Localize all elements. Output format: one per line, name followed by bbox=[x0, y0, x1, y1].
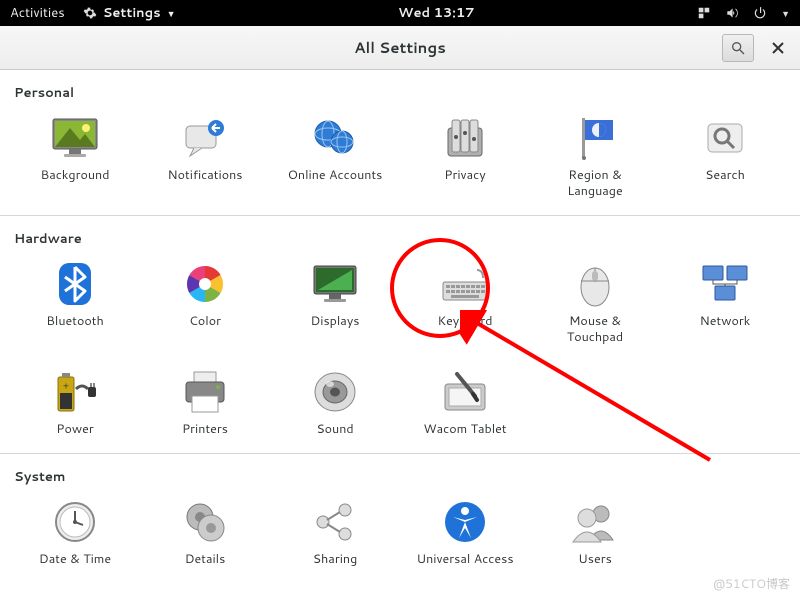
search-icon bbox=[730, 40, 746, 56]
item-label: Online Accounts bbox=[288, 168, 383, 184]
section-hardware-label: Hardware bbox=[12, 216, 788, 252]
item-label: Universal Access bbox=[416, 552, 513, 568]
section-personal-grid: Background Notifications Online Accounts… bbox=[12, 106, 788, 215]
bluetooth-icon bbox=[51, 260, 99, 308]
item-universal-access[interactable]: Universal Access bbox=[402, 494, 528, 572]
header-bar: All Settings bbox=[0, 26, 800, 70]
sound-icon bbox=[311, 368, 359, 416]
section-system-grid: Date & Time Details Sharing Universal Ac… bbox=[12, 490, 788, 584]
item-mouse-touchpad[interactable]: Mouse & Touchpad bbox=[532, 256, 658, 349]
volume-status-icon[interactable] bbox=[725, 6, 739, 20]
item-label: Date & Time bbox=[39, 552, 111, 568]
wacom-icon bbox=[441, 368, 489, 416]
item-label: Color bbox=[189, 314, 221, 330]
top-panel: Activities Settings ▼ Wed 13:17 ▼ bbox=[0, 0, 800, 26]
dropdown-arrow-icon: ▼ bbox=[167, 7, 176, 20]
item-region-language[interactable]: Region & Language bbox=[532, 110, 658, 203]
item-label: Notifications bbox=[168, 168, 243, 184]
svg-text:+: + bbox=[63, 379, 69, 392]
item-privacy[interactable]: Privacy bbox=[402, 110, 528, 203]
app-menu[interactable]: Settings ▼ bbox=[83, 4, 176, 22]
dropdown-arrow-icon: ▼ bbox=[781, 7, 790, 20]
item-label: Power bbox=[56, 422, 93, 438]
item-label: Printers bbox=[182, 422, 228, 438]
section-hardware-grid: Bluetooth Color Displays bbox=[12, 252, 788, 453]
section-personal-label: Personal bbox=[12, 70, 788, 106]
clock-icon bbox=[51, 498, 99, 546]
search-button[interactable] bbox=[722, 34, 754, 62]
item-color[interactable]: Color bbox=[142, 256, 268, 349]
keyboard-icon bbox=[441, 260, 489, 308]
item-online-accounts[interactable]: Online Accounts bbox=[272, 110, 398, 203]
window-title: All Settings bbox=[0, 37, 800, 58]
region-language-icon bbox=[571, 114, 619, 162]
item-label: Bluetooth bbox=[46, 314, 104, 330]
notifications-icon bbox=[181, 114, 229, 162]
search-settings-icon bbox=[701, 114, 749, 162]
item-label: Mouse & Touchpad bbox=[540, 314, 650, 345]
privacy-icon bbox=[441, 114, 489, 162]
item-details[interactable]: Details bbox=[142, 494, 268, 572]
sharing-icon bbox=[311, 498, 359, 546]
item-sound[interactable]: Sound bbox=[272, 364, 398, 442]
power-status-icon[interactable] bbox=[753, 6, 767, 20]
item-label: Network bbox=[700, 314, 751, 330]
item-label: Sharing bbox=[313, 552, 358, 568]
item-background[interactable]: Background bbox=[12, 110, 138, 203]
activities-button[interactable]: Activities bbox=[10, 4, 65, 22]
item-notifications[interactable]: Notifications bbox=[142, 110, 268, 203]
close-button[interactable] bbox=[766, 36, 790, 60]
universal-access-icon bbox=[441, 498, 489, 546]
watermark: @51CTO博客 bbox=[713, 575, 790, 592]
item-sharing[interactable]: Sharing bbox=[272, 494, 398, 572]
power-icon: + bbox=[51, 368, 99, 416]
section-system-label: System bbox=[12, 454, 788, 490]
item-users[interactable]: Users bbox=[532, 494, 658, 572]
item-label: Search bbox=[705, 168, 745, 184]
item-search[interactable]: Search bbox=[662, 110, 788, 203]
app-menu-label: Settings bbox=[103, 4, 161, 22]
item-label: Displays bbox=[310, 314, 359, 330]
item-label: Wacom Tablet bbox=[423, 422, 506, 438]
item-label: Region & Language bbox=[540, 168, 650, 199]
close-icon bbox=[772, 42, 784, 54]
network-status-icon[interactable] bbox=[697, 6, 711, 20]
color-icon bbox=[181, 260, 229, 308]
item-label: Details bbox=[185, 552, 226, 568]
item-label: Background bbox=[41, 168, 110, 184]
item-displays[interactable]: Displays bbox=[272, 256, 398, 349]
item-label: Keyboard bbox=[437, 314, 492, 330]
details-icon bbox=[181, 498, 229, 546]
item-power[interactable]: + Power bbox=[12, 364, 138, 442]
mouse-icon bbox=[571, 260, 619, 308]
item-printers[interactable]: Printers bbox=[142, 364, 268, 442]
settings-icon bbox=[83, 6, 97, 20]
item-label: Sound bbox=[316, 422, 353, 438]
item-label: Users bbox=[578, 552, 612, 568]
item-keyboard[interactable]: Keyboard bbox=[402, 256, 528, 349]
panel-clock[interactable]: Wed 13:17 bbox=[176, 4, 698, 22]
printers-icon bbox=[181, 368, 229, 416]
item-wacom-tablet[interactable]: Wacom Tablet bbox=[402, 364, 528, 442]
online-accounts-icon bbox=[311, 114, 359, 162]
item-bluetooth[interactable]: Bluetooth bbox=[12, 256, 138, 349]
network-icon bbox=[701, 260, 749, 308]
users-icon bbox=[571, 498, 619, 546]
item-label: Privacy bbox=[444, 168, 485, 184]
item-date-time[interactable]: Date & Time bbox=[12, 494, 138, 572]
background-icon bbox=[51, 114, 99, 162]
item-network[interactable]: Network bbox=[662, 256, 788, 349]
displays-icon bbox=[311, 260, 359, 308]
